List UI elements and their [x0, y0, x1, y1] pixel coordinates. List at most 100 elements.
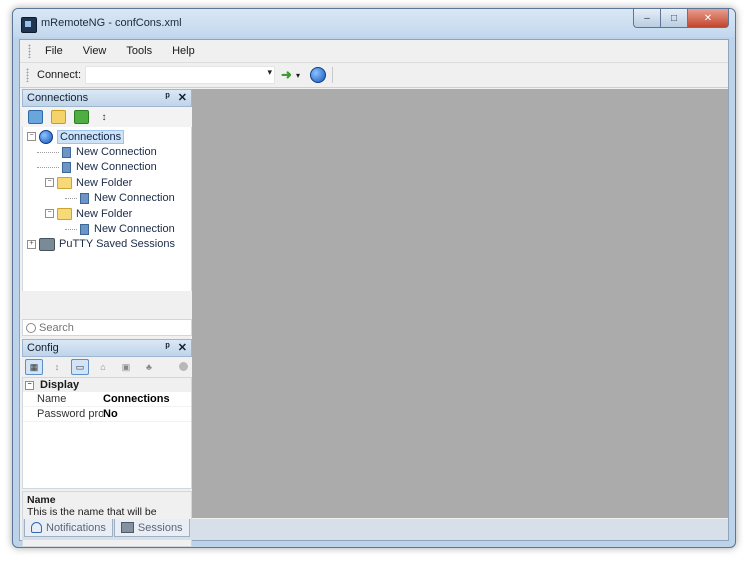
- property-row[interactable]: Password pro No: [23, 407, 191, 422]
- properties-icon[interactable]: ▭: [71, 359, 89, 375]
- property-grid[interactable]: − Display Name Connections Password pro …: [22, 377, 192, 489]
- property-category[interactable]: − Display: [23, 378, 191, 392]
- tree-node-label: New Connection: [94, 223, 175, 236]
- search-box[interactable]: [22, 319, 192, 336]
- maximize-button[interactable]: □: [660, 9, 688, 28]
- collapse-icon[interactable]: −: [45, 178, 54, 188]
- quick-connect-toolbar: Connect: ▾ ➜ ▾: [20, 63, 728, 88]
- left-dock: Connections ᵖ ✕ ↕ − Connections New Conn…: [22, 89, 192, 547]
- pin-icon[interactable]: ᵖ: [165, 91, 169, 104]
- config-panel-header[interactable]: Config ᵖ ✕: [22, 339, 192, 357]
- close-icon[interactable]: ✕: [178, 91, 187, 104]
- globe-icon[interactable]: [309, 67, 326, 83]
- icon-selector-icon[interactable]: [174, 359, 192, 375]
- tab-label: Sessions: [137, 521, 183, 534]
- search-input[interactable]: [36, 321, 179, 334]
- search-icon: [26, 322, 36, 333]
- view-icon[interactable]: [74, 110, 89, 124]
- property-category-label: Display: [40, 379, 80, 391]
- connection-icon: [62, 146, 71, 158]
- tree-node-connection[interactable]: New Connection: [23, 160, 191, 175]
- tree-line: [65, 228, 77, 230]
- sessions-icon: [120, 522, 134, 533]
- menu-tools[interactable]: Tools: [116, 45, 162, 57]
- description-title: Name: [27, 494, 56, 506]
- property-name: Password pro: [37, 408, 103, 420]
- property-name: Name: [37, 393, 67, 405]
- config-toolbar: ▦ ↕ ▭ ⌂ ▣ ♣: [22, 357, 192, 377]
- tree-node-label: PuTTY Saved Sessions: [59, 238, 175, 251]
- tree-node-label: New Connection: [76, 161, 157, 174]
- tree-line: [65, 197, 77, 199]
- connections-toolbar: ↕: [22, 107, 192, 127]
- green-arrow-icon[interactable]: ➜: [281, 67, 292, 83]
- menu-file[interactable]: File: [35, 45, 73, 57]
- default-inheritance-icon[interactable]: ♣: [140, 359, 158, 375]
- chevron-down-icon[interactable]: ▾: [268, 67, 273, 78]
- app-icon: [21, 17, 37, 33]
- connections-panel-header[interactable]: Connections ᵖ ✕: [22, 89, 192, 107]
- categorized-icon[interactable]: ▦: [25, 359, 43, 375]
- property-value[interactable]: Connections: [103, 393, 170, 405]
- folder-icon: [57, 207, 72, 220]
- putty-icon: [39, 237, 55, 251]
- sort-alpha-icon[interactable]: ↕: [48, 359, 66, 375]
- menu-grip: [28, 44, 31, 58]
- inheritance-icon[interactable]: ⌂: [94, 359, 112, 375]
- tree-node-putty[interactable]: + PuTTY Saved Sessions: [23, 237, 191, 252]
- property-row[interactable]: Name Connections: [23, 392, 191, 407]
- connection-icon: [80, 223, 89, 235]
- tree-node-folder[interactable]: − New Folder: [23, 175, 191, 190]
- folder-icon: [57, 176, 72, 189]
- tree-line: [37, 151, 59, 153]
- connections-tree[interactable]: − Connections New Connection New Connect…: [22, 127, 192, 291]
- bottom-tab-strip: Notifications Sessions: [22, 519, 728, 540]
- connect-combo[interactable]: ▾: [85, 66, 276, 84]
- tree-node-connection[interactable]: New Connection: [23, 144, 191, 159]
- close-icon[interactable]: ✕: [178, 341, 187, 354]
- connection-icon: [62, 161, 71, 173]
- new-folder-icon[interactable]: [51, 110, 66, 124]
- new-connection-icon[interactable]: [28, 110, 43, 124]
- connect-input[interactable]: [86, 67, 263, 81]
- connection-icon: [80, 192, 89, 204]
- tree-node-label: New Folder: [76, 207, 133, 220]
- tree-line: [37, 166, 59, 168]
- menu-bar: File View Tools Help: [20, 40, 728, 63]
- toolbar-separator: [331, 67, 333, 83]
- tree-node-root[interactable]: − Connections: [23, 129, 191, 144]
- connect-label: Connect:: [37, 69, 82, 81]
- toolbar-grip[interactable]: [26, 68, 29, 82]
- pin-icon[interactable]: ᵖ: [165, 341, 169, 354]
- notification-icon: [31, 522, 42, 533]
- minimize-button[interactable]: –: [633, 9, 661, 28]
- close-button[interactable]: ✕: [687, 9, 729, 28]
- tree-node-label: Connections: [57, 129, 125, 144]
- connections-panel-title: Connections: [27, 92, 89, 104]
- tree-node-folder[interactable]: − New Folder: [23, 206, 191, 221]
- tab-notifications[interactable]: Notifications: [24, 519, 113, 537]
- tab-label: Notifications: [46, 521, 106, 534]
- default-properties-icon[interactable]: ▣: [117, 359, 135, 375]
- app-window: mRemoteNG - confCons.xml – □ ✕ File View…: [12, 8, 736, 548]
- menu-help[interactable]: Help: [162, 45, 205, 57]
- tree-node-label: New Connection: [94, 192, 175, 205]
- collapse-icon[interactable]: −: [25, 380, 34, 390]
- tree-node-label: New Folder: [76, 176, 133, 189]
- tab-sessions[interactable]: Sessions: [113, 519, 190, 537]
- tree-node-label: New Connection: [76, 146, 157, 159]
- document-area[interactable]: [192, 89, 728, 518]
- window-controls: – □ ✕: [633, 9, 729, 29]
- tree-node-connection[interactable]: New Connection: [23, 191, 191, 206]
- config-panel-title: Config: [27, 342, 59, 354]
- menu-view[interactable]: View: [73, 45, 117, 57]
- sort-icon[interactable]: ↕: [97, 111, 111, 124]
- chevron-down-icon[interactable]: ▾: [296, 71, 300, 80]
- collapse-icon[interactable]: −: [27, 132, 36, 142]
- title-bar[interactable]: mRemoteNG - confCons.xml – □ ✕: [13, 9, 735, 37]
- tree-node-connection[interactable]: New Connection: [23, 221, 191, 236]
- collapse-icon[interactable]: −: [45, 209, 54, 219]
- window-title: mRemoteNG - confCons.xml: [41, 17, 182, 29]
- expand-icon[interactable]: +: [27, 239, 36, 249]
- property-value[interactable]: No: [103, 408, 118, 420]
